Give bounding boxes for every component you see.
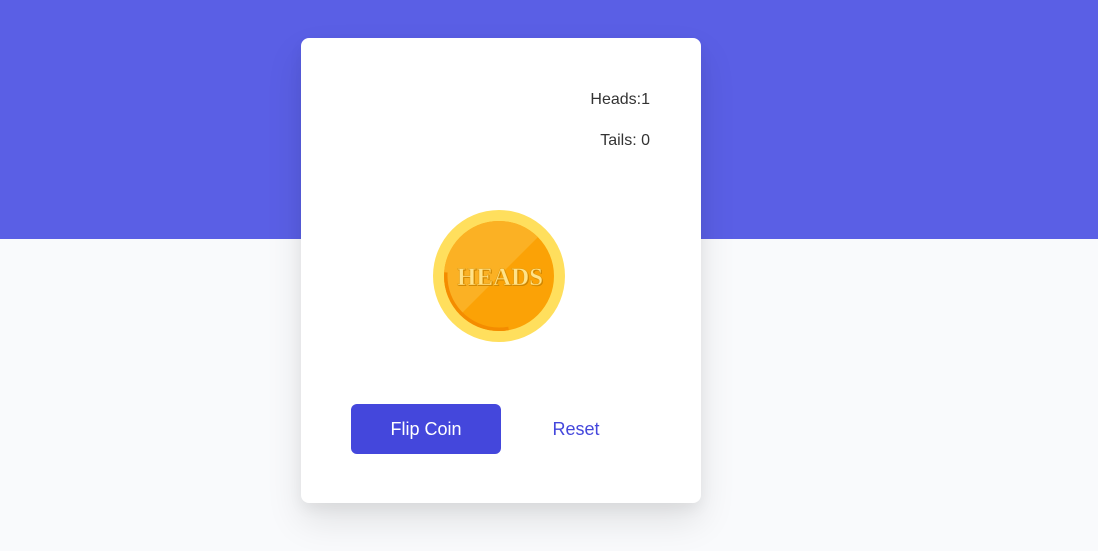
score-panel: Heads:1 Tails: 0 [590,90,650,151]
coin: HEADS HEADS [432,209,566,343]
flip-coin-button[interactable]: Flip Coin [351,404,501,454]
tails-count: Tails: 0 [600,132,650,149]
coin-icon: HEADS HEADS [433,210,565,342]
svg-text:HEADS: HEADS [457,264,543,291]
heads-count: Heads:1 [590,91,650,108]
coin-flip-card: Heads:1 Tails: 0 HEADS HEADS Flip Coin R… [301,38,701,503]
reset-button[interactable]: Reset [526,404,626,454]
coin-face-label: HEADS [457,264,543,291]
